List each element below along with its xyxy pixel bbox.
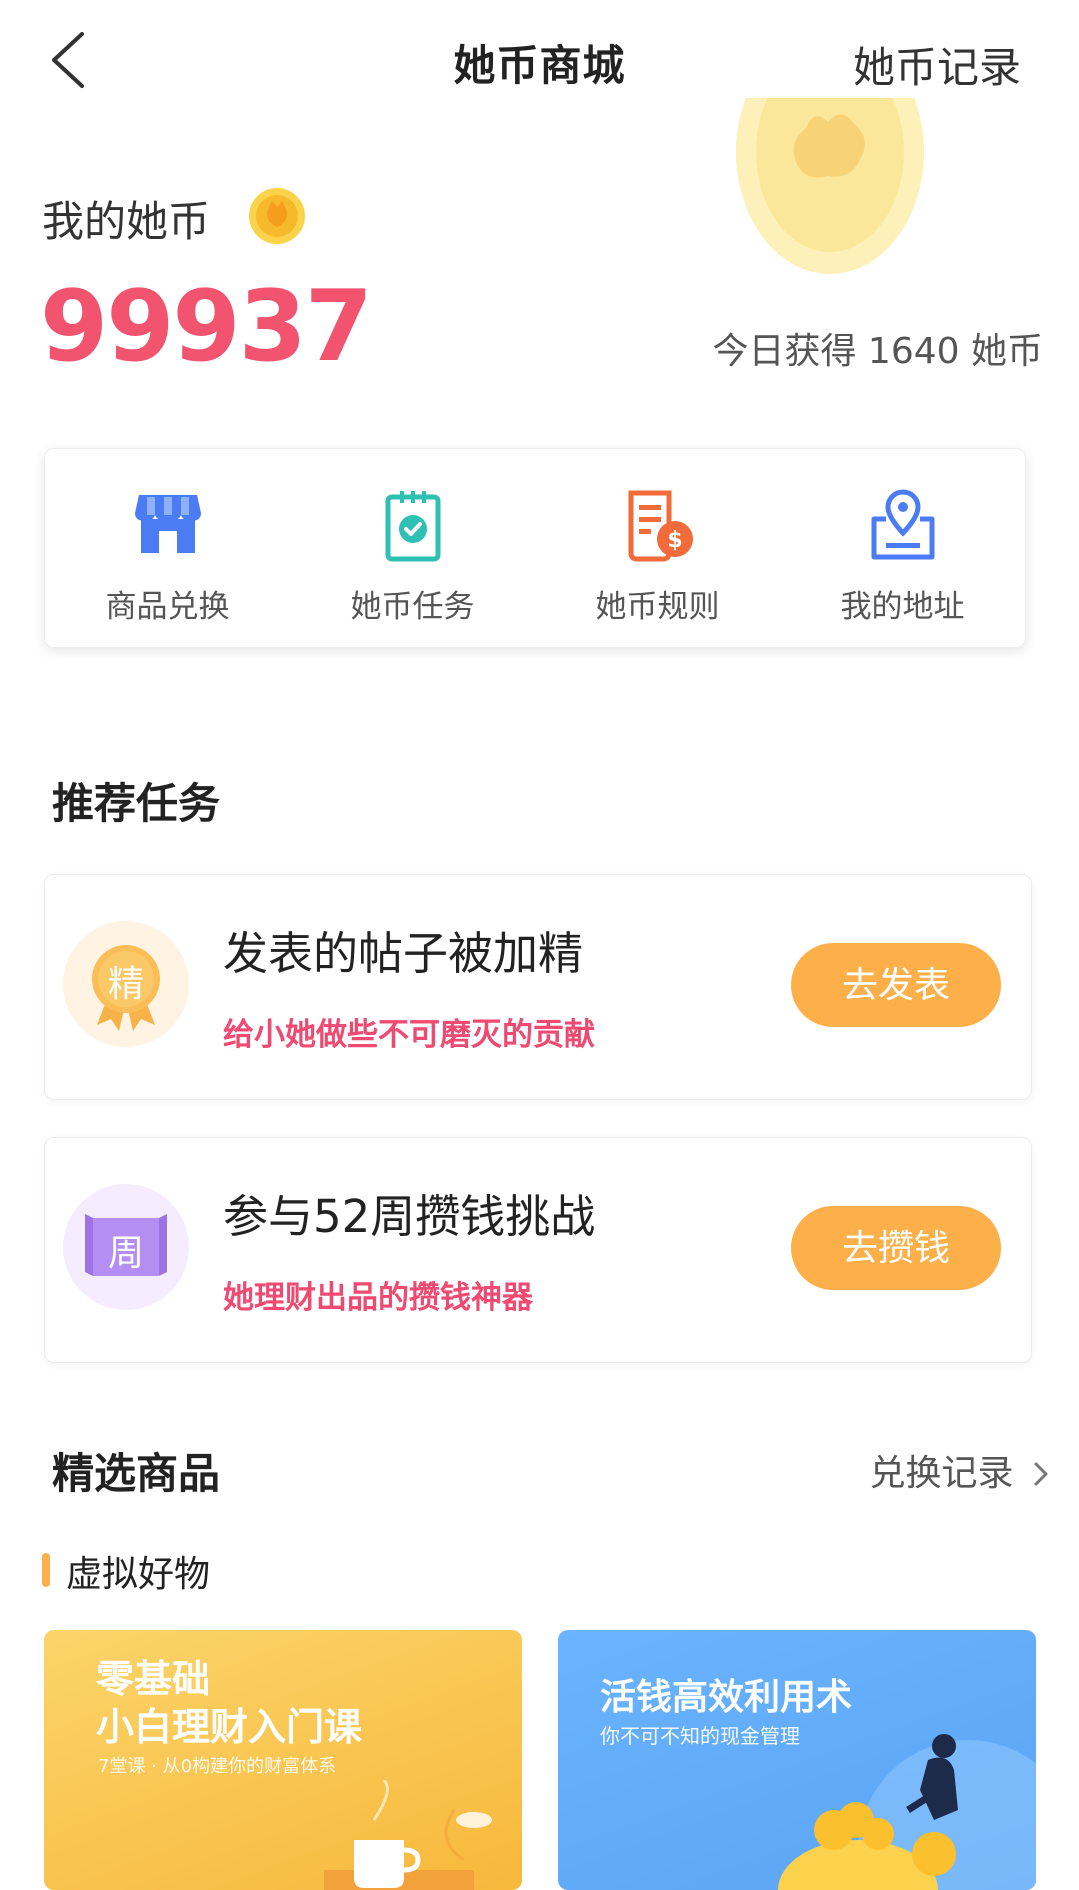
category-title: 虚拟好物 [66, 1554, 211, 1595]
chevron-right-icon [1034, 1462, 1048, 1486]
product-card-finance-course[interactable]: 零基础 小白理财入门课 7堂课 · 从0构建你的财富体系 [44, 1630, 522, 1890]
quick-action-exchange[interactable]: 商品兑换 [45, 449, 290, 647]
recommended-title: 推荐任务 [52, 779, 221, 828]
product-desc: 7堂课 · 从0构建你的财富体系 [98, 1756, 337, 1777]
today-earned: 今日获得 1640 她币 [712, 331, 1043, 372]
week-badge-icon: 周 [63, 1184, 189, 1310]
badge-char: 精 [107, 964, 144, 1005]
product-line1: 零基础 [96, 1657, 211, 1701]
svg-text:$: $ [667, 528, 682, 553]
quick-action-rules[interactable]: $ 她币规则 [535, 449, 780, 647]
featured-title: 精选商品 [52, 1449, 221, 1498]
go-post-button[interactable]: 去发表 [791, 943, 1001, 1027]
large-coin-icon [736, 98, 924, 274]
rules-document-icon: $ [628, 490, 693, 562]
quick-action-label: 她币规则 [595, 589, 720, 625]
badge-char: 周 [107, 1233, 144, 1274]
task-title: 参与52周攒钱挑战 [223, 1190, 596, 1243]
quick-action-label: 商品兑换 [105, 589, 230, 625]
category-accent-bar [42, 1553, 50, 1587]
product-card-cash-management[interactable]: 活钱高效利用术 你不可不知的现金管理 [558, 1630, 1036, 1890]
quick-action-label: 我的地址 [840, 589, 965, 625]
quick-action-address[interactable]: 我的地址 [780, 449, 1025, 647]
essence-badge-icon: 精 [63, 921, 189, 1047]
product-line2: 小白理财入门课 [96, 1705, 363, 1749]
coin-record-link[interactable]: 她币记录 [853, 34, 1021, 95]
balance-label: 我的她币 [42, 197, 211, 246]
task-title: 发表的帖子被加精 [223, 927, 584, 980]
location-pin-icon [871, 489, 935, 560]
quick-action-tasks[interactable]: 她币任务 [290, 449, 535, 647]
exchange-record-link[interactable]: 兑换记录 [870, 1444, 1049, 1496]
balance-value: 99937 [40, 270, 373, 384]
task-card: 精 发表的帖子被加精 给小她做些不可磨灭的贡献 去发表 [44, 874, 1032, 1100]
quick-action-label: 她币任务 [350, 589, 475, 625]
task-clipboard-icon [385, 491, 441, 562]
store-icon [135, 495, 201, 553]
piggy-bank-illustration [778, 1734, 1036, 1890]
quick-actions-card: 商品兑换 她币任务 $ 她币规则 我的地址 [44, 448, 1026, 648]
go-save-button[interactable]: 去攒钱 [791, 1206, 1001, 1290]
task-card: 周 参与52周攒钱挑战 她理财出品的攒钱神器 去攒钱 [44, 1137, 1032, 1363]
task-subtitle: 她理财出品的攒钱神器 [223, 1280, 533, 1316]
exchange-record-label: 兑换记录 [869, 1453, 1014, 1494]
task-subtitle: 给小她做些不可磨灭的贡献 [223, 1017, 595, 1053]
coin-icon [249, 188, 305, 244]
